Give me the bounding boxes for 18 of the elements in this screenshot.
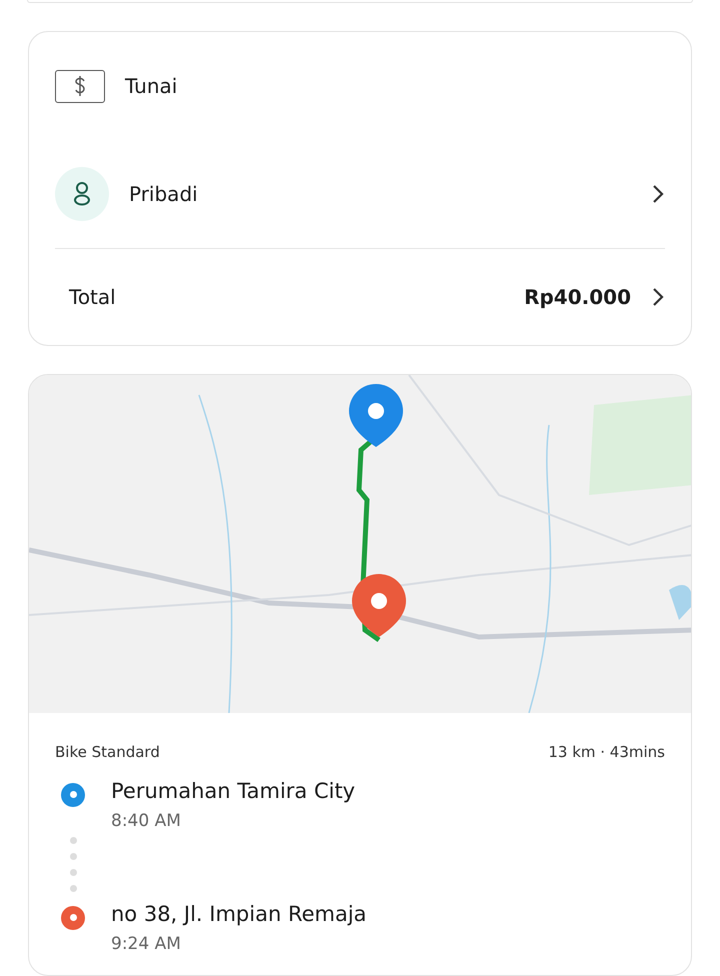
profile-label: Pribadi: [129, 182, 199, 206]
route-dot: [70, 852, 76, 860]
total-label: Total: [68, 285, 117, 309]
chevron-right-icon[interactable]: [651, 286, 665, 308]
trip-summary: 13 km · 43mins: [548, 742, 665, 761]
cash-icon: [55, 70, 105, 102]
payment-method: Tunai: [125, 74, 178, 98]
stop-time: 8:40 AM: [111, 810, 182, 831]
route-dot: [70, 868, 76, 876]
stop-time: 9:24 AM: [111, 934, 182, 954]
service-name: Bike Standard: [55, 742, 160, 761]
route-dot: [70, 836, 76, 844]
route-dot: [70, 884, 76, 892]
stop-name: Perumahan Tamira City: [111, 778, 356, 803]
profile-row[interactable]: Pribadi: [55, 140, 665, 248]
stop-name: no 38, Jl. Impian Remaja: [111, 902, 367, 926]
total-price: Rp40.000: [524, 285, 631, 309]
chevron-right-icon[interactable]: [651, 183, 665, 205]
